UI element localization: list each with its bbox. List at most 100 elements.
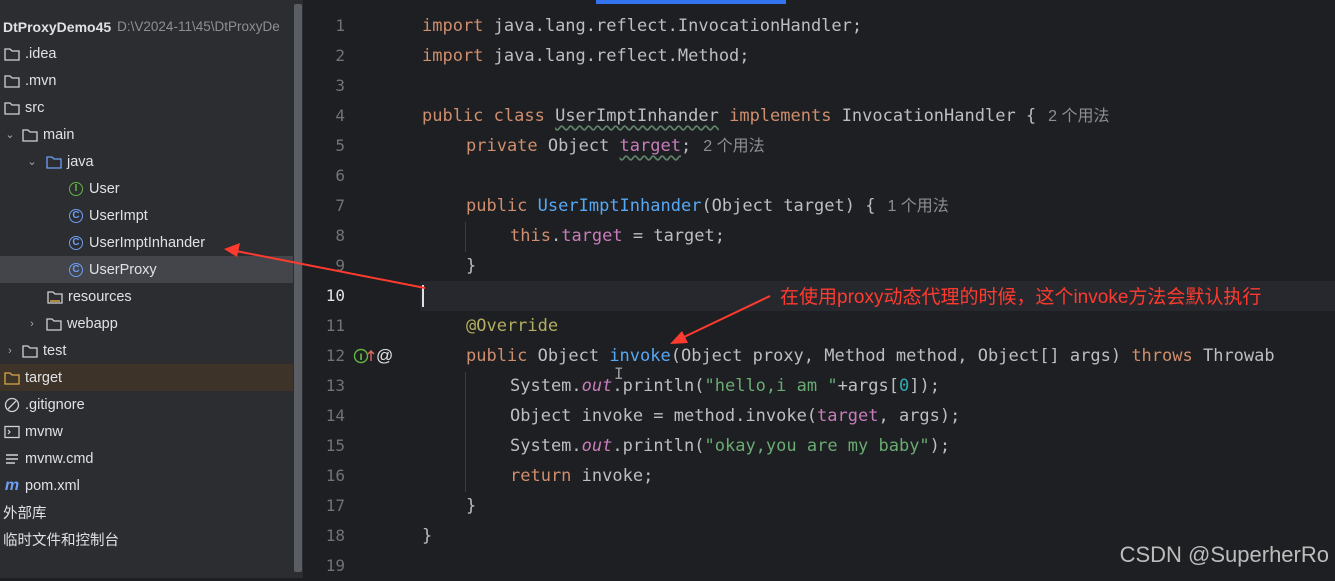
tree-item-label: UserImpt — [89, 207, 148, 224]
line-number: 15 — [325, 436, 345, 455]
tree-item-mvnw-cmd[interactable]: mvnw.cmd — [0, 445, 293, 472]
tree-item-label: java — [67, 153, 94, 170]
tree-item-gitignore[interactable]: .gitignore — [0, 391, 293, 418]
line-number: 6 — [335, 166, 345, 185]
code-line-1[interactable]: import java.lang.reflect.InvocationHandl… — [422, 11, 862, 41]
project-path: D:\V2024-11\45\DtProxyDe — [117, 19, 280, 34]
tree-item-userproxy[interactable]: C UserProxy — [0, 256, 293, 283]
resources-folder-icon — [47, 289, 63, 305]
code-line-12[interactable]: public Object invoke(Object proxy, Metho… — [466, 341, 1275, 371]
tree-item-label: User — [89, 180, 120, 197]
tree-item-label: UserImptInhander — [89, 234, 206, 251]
folder-icon — [4, 46, 20, 62]
line-number: 1 — [335, 16, 345, 35]
usage-hint[interactable]: 2 个用法 — [703, 138, 764, 155]
maven-icon: m — [4, 476, 20, 494]
line-number: 12 — [325, 346, 345, 365]
tree-item-label: target — [25, 369, 63, 386]
tree-item-label: src — [25, 99, 45, 116]
line-number: 9 — [335, 256, 345, 275]
line-number: 2 — [335, 46, 345, 65]
tree-item-target[interactable]: target — [0, 364, 293, 391]
tree-item-scratches[interactable]: 临时文件和控制台 — [0, 526, 293, 553]
terminal-file-icon — [4, 424, 20, 440]
folder-icon — [22, 343, 38, 359]
code-line-14[interactable]: Object invoke = method.invoke(target, ar… — [510, 401, 960, 431]
svg-text:I: I — [359, 353, 362, 363]
editor-gutter: 1 2 3 4 5 6 7 8 9 10 11 12 13 14 15 16 1… — [303, 0, 420, 578]
folder-icon — [46, 316, 62, 332]
code-line-7[interactable]: public UserImptInhander(Object target) {… — [466, 191, 949, 221]
code-line-17[interactable]: } — [466, 491, 476, 521]
text-file-icon — [4, 451, 20, 467]
tree-item-label: mvnw — [25, 423, 63, 440]
tree-item-user[interactable]: I User — [0, 175, 293, 202]
override-at-icon[interactable]: @ — [376, 346, 393, 366]
tree-item-label: .idea — [25, 45, 57, 62]
usage-hint[interactable]: 1 个用法 — [887, 198, 948, 215]
line-number: 11 — [325, 316, 345, 335]
class-icon: C — [68, 235, 84, 251]
source-folder-icon — [46, 154, 62, 170]
indent-guide — [465, 222, 466, 252]
line-number: 3 — [335, 76, 345, 95]
code-line-8[interactable]: this.target = target; — [510, 221, 725, 251]
line-number: 17 — [325, 496, 345, 515]
tree-item-resources[interactable]: resources — [0, 283, 293, 310]
line-number: 13 — [325, 376, 345, 395]
project-name: DtProxyDemo45 — [3, 18, 112, 35]
code-line-9[interactable]: } — [466, 251, 476, 281]
tree-item-pom[interactable]: m pom.xml — [0, 472, 293, 499]
project-root[interactable]: DtProxyDemo45 D:\V2024-11\45\DtProxyDe — [0, 13, 280, 40]
tree-item-mvnw[interactable]: mvnw — [0, 418, 293, 445]
line-number: 18 — [325, 526, 345, 545]
tree-item-label: 临时文件和控制台 — [3, 533, 119, 549]
excluded-folder-icon — [4, 370, 20, 386]
sidebar-scrollbar[interactable] — [293, 0, 303, 578]
tree-item-java[interactable]: ⌄ java — [0, 148, 293, 175]
code-line-16[interactable]: return invoke; — [510, 461, 653, 491]
line-number: 5 — [335, 136, 345, 155]
tree-item-main[interactable]: ⌄ main — [0, 121, 293, 148]
chevron-down-icon[interactable]: ⌄ — [2, 128, 18, 141]
text-cursor-icon: I — [614, 364, 624, 383]
line-number: 8 — [335, 226, 345, 245]
code-line-15[interactable]: System.out.println("okay,you are my baby… — [510, 431, 950, 461]
line-number: 19 — [325, 556, 345, 575]
usage-hint[interactable]: 2 个用法 — [1048, 108, 1109, 125]
line-number: 14 — [325, 406, 345, 425]
code-line-4[interactable]: public class UserImptInhander implements… — [422, 101, 1110, 131]
tree-item-src[interactable]: src — [0, 94, 293, 121]
tree-item-label: mvnw.cmd — [25, 450, 94, 467]
indent-guide — [465, 372, 466, 492]
implements-method-icon[interactable]: I — [353, 347, 375, 370]
chevron-right-icon[interactable]: › — [2, 345, 18, 357]
tree-item-label: .mvn — [25, 72, 57, 89]
active-tab-indicator — [596, 0, 786, 4]
code-line-2[interactable]: import java.lang.reflect.Method; — [422, 41, 750, 71]
tree-item-label: pom.xml — [25, 477, 80, 494]
class-runnable-icon: C — [68, 262, 84, 278]
tree-item-label: webapp — [67, 315, 118, 332]
tree-item-label: resources — [68, 288, 132, 305]
tree-item-userimptinhander[interactable]: C UserImptInhander — [0, 229, 293, 256]
tree-item-idea[interactable]: .idea — [0, 40, 293, 67]
code-line-18[interactable]: } — [422, 521, 432, 551]
scrollbar-thumb[interactable] — [294, 4, 302, 572]
tree-item-mvn[interactable]: .mvn — [0, 67, 293, 94]
code-line-11[interactable]: @Override — [466, 311, 558, 341]
tree-item-userimpt[interactable]: C UserImpt — [0, 202, 293, 229]
tree-item-test[interactable]: › test — [0, 337, 293, 364]
chevron-down-icon[interactable]: ⌄ — [24, 155, 40, 168]
watermark: CSDN @SuperherRo — [1119, 542, 1329, 567]
code-line-5[interactable]: private Object target; 2 个用法 — [466, 131, 765, 161]
tree-item-external-libraries[interactable]: 外部库 — [0, 499, 293, 526]
code-line-13[interactable]: System.out.println("hello,i am "+args[0]… — [510, 371, 940, 401]
chevron-right-icon[interactable]: › — [24, 318, 40, 330]
line-number: 16 — [325, 466, 345, 485]
tree-item-webapp[interactable]: › webapp — [0, 310, 293, 337]
interface-icon: I — [68, 181, 84, 197]
tree-item-label: 外部库 — [3, 506, 47, 522]
annotation-text: 在使用proxy动态代理的时候，这个invoke方法会默认执行 — [780, 287, 1262, 308]
tree-item-label: test — [43, 342, 67, 359]
